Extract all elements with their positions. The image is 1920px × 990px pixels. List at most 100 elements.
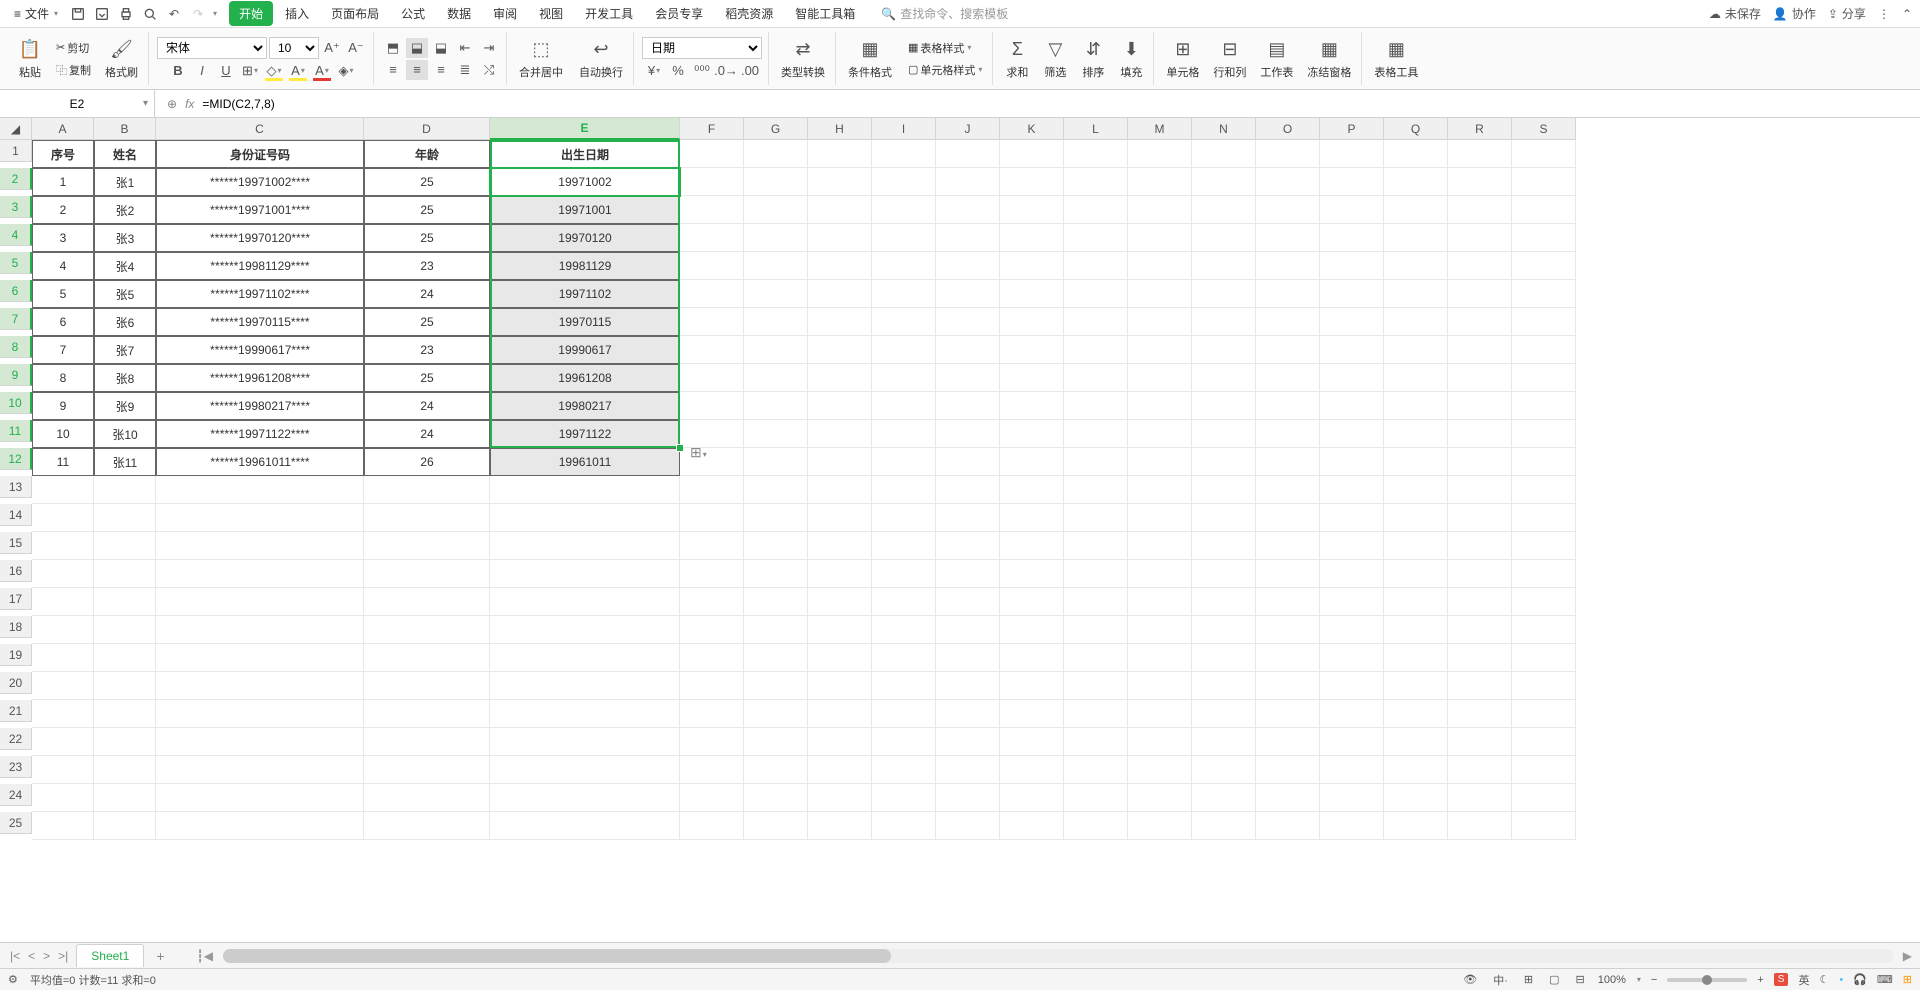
empty-cell[interactable] <box>32 728 94 756</box>
cells-button[interactable]: ⊞单元格 <box>1162 36 1203 82</box>
prev-sheet-icon[interactable]: < <box>26 949 37 963</box>
row-header[interactable]: 3 <box>0 196 32 218</box>
empty-cell[interactable] <box>1448 672 1512 700</box>
empty-cell[interactable] <box>744 168 808 196</box>
empty-cell[interactable] <box>1448 644 1512 672</box>
empty-cell[interactable] <box>94 588 156 616</box>
empty-cell[interactable] <box>1256 532 1320 560</box>
align-left-icon[interactable]: ≡ <box>382 60 404 80</box>
empty-cell[interactable] <box>744 252 808 280</box>
seq-cell[interactable]: 3 <box>32 224 94 252</box>
sheet-tab[interactable]: Sheet1 <box>76 944 144 967</box>
empty-cell[interactable] <box>1256 280 1320 308</box>
empty-cell[interactable] <box>1128 392 1192 420</box>
underline-button[interactable]: U <box>215 61 237 81</box>
seq-cell[interactable]: 5 <box>32 280 94 308</box>
type-convert-button[interactable]: ⇄类型转换 <box>777 36 829 82</box>
print-icon[interactable] <box>116 4 136 24</box>
zoom-in-icon[interactable]: + <box>1757 974 1763 986</box>
empty-cell[interactable] <box>1384 280 1448 308</box>
empty-cell[interactable] <box>94 812 156 840</box>
empty-cell[interactable] <box>1256 392 1320 420</box>
file-menu[interactable]: ≡ 文件 ▾ <box>8 3 64 24</box>
increase-indent-icon[interactable]: ⇥ <box>478 38 500 58</box>
column-header[interactable]: G <box>744 118 808 140</box>
empty-cell[interactable] <box>1000 196 1064 224</box>
empty-cell[interactable] <box>872 588 936 616</box>
justify-icon[interactable]: ≣ <box>454 60 476 80</box>
seq-cell[interactable]: 4 <box>32 252 94 280</box>
id-cell[interactable]: ******19970115**** <box>156 308 364 336</box>
row-header[interactable]: 9 <box>0 364 32 386</box>
empty-cell[interactable] <box>1512 308 1576 336</box>
number-format-select[interactable]: 日期 <box>642 37 762 59</box>
empty-cell[interactable] <box>1192 728 1256 756</box>
row-header[interactable]: 18 <box>0 616 32 638</box>
preview-icon[interactable] <box>140 4 160 24</box>
empty-cell[interactable] <box>744 588 808 616</box>
row-header[interactable]: 21 <box>0 700 32 722</box>
empty-cell[interactable] <box>680 700 744 728</box>
zoom-thumb[interactable] <box>1702 975 1712 985</box>
empty-cell[interactable] <box>1000 728 1064 756</box>
empty-cell[interactable] <box>744 700 808 728</box>
empty-cell[interactable] <box>1384 700 1448 728</box>
empty-cell[interactable] <box>1512 644 1576 672</box>
name-cell[interactable]: 张5 <box>94 280 156 308</box>
empty-cell[interactable] <box>680 644 744 672</box>
empty-cell[interactable] <box>744 504 808 532</box>
empty-cell[interactable] <box>1256 756 1320 784</box>
empty-cell[interactable] <box>1384 196 1448 224</box>
empty-cell[interactable] <box>872 672 936 700</box>
empty-cell[interactable] <box>744 224 808 252</box>
empty-cell[interactable] <box>1000 224 1064 252</box>
id-cell[interactable]: ******19971102**** <box>156 280 364 308</box>
chevron-down-icon[interactable]: ▾ <box>1637 975 1641 984</box>
empty-cell[interactable] <box>1256 588 1320 616</box>
empty-cell[interactable] <box>1512 616 1576 644</box>
empty-cell[interactable] <box>680 560 744 588</box>
row-header[interactable]: 6 <box>0 280 32 302</box>
pagebreak-view-icon[interactable]: ⊟ <box>1573 973 1588 986</box>
empty-cell[interactable] <box>872 700 936 728</box>
highlight-button[interactable]: A▾ <box>287 61 309 81</box>
empty-cell[interactable] <box>1064 252 1128 280</box>
currency-icon[interactable]: ¥▾ <box>643 61 665 81</box>
empty-cell[interactable] <box>744 728 808 756</box>
empty-cell[interactable] <box>1128 168 1192 196</box>
empty-cell[interactable] <box>1320 504 1384 532</box>
empty-cell[interactable] <box>364 812 490 840</box>
empty-cell[interactable] <box>1384 616 1448 644</box>
empty-cell[interactable] <box>1192 336 1256 364</box>
name-cell[interactable]: 张7 <box>94 336 156 364</box>
empty-cell[interactable] <box>1320 672 1384 700</box>
empty-cell[interactable] <box>936 420 1000 448</box>
age-cell[interactable]: 25 <box>364 224 490 252</box>
fill-handle[interactable] <box>676 444 684 452</box>
font-color-button[interactable]: A▾ <box>311 61 333 81</box>
empty-cell[interactable] <box>1064 168 1128 196</box>
empty-cell[interactable] <box>156 504 364 532</box>
empty-cell[interactable] <box>94 644 156 672</box>
empty-cell[interactable] <box>744 672 808 700</box>
empty-cell[interactable] <box>1384 812 1448 840</box>
name-cell[interactable]: 张8 <box>94 364 156 392</box>
empty-cell[interactable] <box>680 336 744 364</box>
dob-cell[interactable]: 19971122 <box>490 420 680 448</box>
empty-cell[interactable] <box>808 280 872 308</box>
empty-cell[interactable] <box>32 700 94 728</box>
empty-cell[interactable] <box>872 560 936 588</box>
empty-cell[interactable] <box>1000 812 1064 840</box>
table-style-button[interactable]: ▦表格样式▾ <box>904 38 986 58</box>
empty-cell[interactable] <box>1512 364 1576 392</box>
column-header[interactable]: R <box>1448 118 1512 140</box>
empty-cell[interactable] <box>936 616 1000 644</box>
dob-cell[interactable]: 19971002 <box>490 168 680 196</box>
column-header[interactable]: S <box>1512 118 1576 140</box>
empty-cell[interactable] <box>872 784 936 812</box>
border-button[interactable]: ⊞▾ <box>239 61 261 81</box>
rows-cols-button[interactable]: ⊟行和列 <box>1209 36 1250 82</box>
empty-cell[interactable] <box>936 168 1000 196</box>
empty-cell[interactable] <box>1256 812 1320 840</box>
empty-cell[interactable] <box>936 140 1000 168</box>
